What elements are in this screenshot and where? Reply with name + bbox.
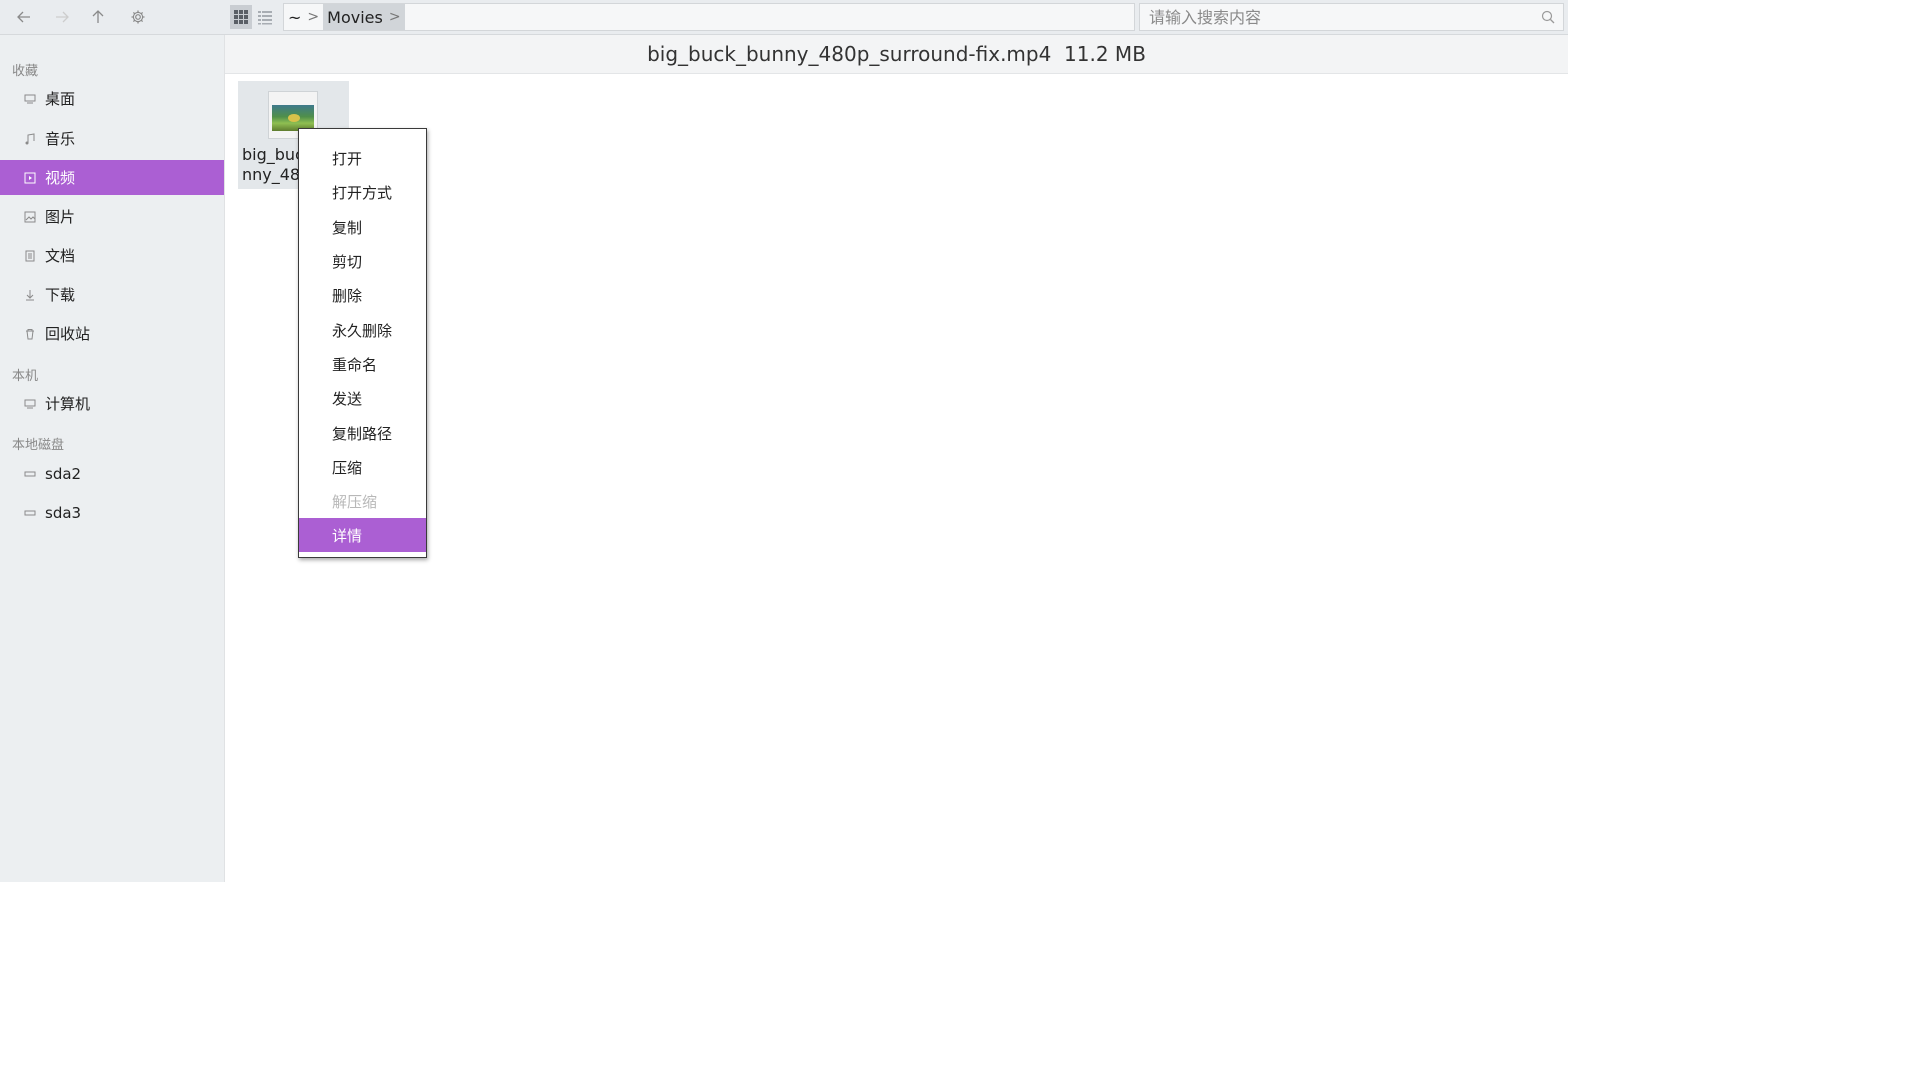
context-menu: 打开 打开方式 复制 剪切 删除 永久删除 重命名 发送 复制路径 压缩 解压缩… — [298, 128, 427, 558]
search-icon[interactable] — [1541, 10, 1555, 24]
list-icon — [258, 11, 272, 25]
sidebar-item-desktop[interactable]: 桌面 — [0, 81, 224, 116]
menu-item-details[interactable]: 详情 — [299, 518, 426, 552]
breadcrumb-movies-label: Movies — [327, 7, 383, 27]
file-info-text: big_buck_bunny_480p_surround-fix.mp4 11.… — [647, 42, 1146, 66]
sidebar-item-label: sda2 — [45, 464, 82, 483]
trash-icon — [23, 327, 37, 341]
sidebar-item-label: 文档 — [45, 247, 76, 265]
up-button[interactable] — [86, 5, 110, 29]
sidebar-item-label: 桌面 — [45, 90, 76, 108]
video-icon — [23, 171, 37, 185]
breadcrumb-home[interactable]: ~ > — [284, 4, 323, 30]
section-title-local-disks: 本地磁盘 — [12, 438, 65, 453]
sidebar-item-label: 下载 — [45, 286, 76, 304]
breadcrumb-home-label: ~ — [288, 7, 302, 27]
drive-icon — [23, 506, 37, 520]
chevron-right-icon: > — [307, 9, 320, 25]
download-icon — [23, 288, 37, 302]
sidebar-item-documents[interactable]: 文档 — [0, 238, 224, 273]
chevron-right-icon: > — [388, 9, 401, 25]
breadcrumb-movies[interactable]: Movies > — [323, 4, 405, 30]
menu-item-copy-path[interactable]: 复制路径 — [299, 416, 426, 450]
sidebar-item-pictures[interactable]: 图片 — [0, 199, 224, 234]
menu-item-cut[interactable]: 剪切 — [299, 244, 426, 278]
gear-icon — [131, 10, 145, 24]
sidebar-item-trash[interactable]: 回收站 — [0, 316, 224, 351]
sidebar-item-computer[interactable]: 计算机 — [0, 386, 224, 421]
settings-button[interactable] — [126, 5, 150, 29]
sidebar-item-downloads[interactable]: 下载 — [0, 277, 224, 312]
desktop-icon — [23, 92, 37, 106]
sidebar-item-label: 图片 — [45, 208, 76, 226]
menu-item-open[interactable]: 打开 — [299, 141, 426, 175]
drive-icon — [23, 467, 37, 481]
menu-item-delete[interactable]: 删除 — [299, 278, 426, 312]
sidebar-item-sda2[interactable]: sda2 — [0, 456, 224, 491]
music-icon — [23, 132, 37, 146]
sidebar-item-videos[interactable]: 视频 — [0, 160, 224, 195]
search-box — [1139, 3, 1564, 31]
grid-icon — [234, 10, 248, 24]
sidebar-item-label: sda3 — [45, 503, 82, 522]
section-title-favorites: 收藏 — [12, 64, 39, 79]
menu-item-rename[interactable]: 重命名 — [299, 347, 426, 381]
sidebar-item-sda3[interactable]: sda3 — [0, 495, 224, 530]
menu-item-extract: 解压缩 — [332, 492, 378, 511]
menu-item-delete-permanently[interactable]: 永久删除 — [299, 313, 426, 347]
toolbar: ~ > Movies > — [0, 0, 1568, 35]
sidebar: 收藏 桌面 音乐 视频 图片 文档 下载 回收站 本机 计算机 本地磁盘 sda… — [0, 35, 225, 882]
sidebar-item-label: 音乐 — [45, 130, 76, 148]
arrow-left-icon — [17, 11, 30, 23]
sidebar-item-music[interactable]: 音乐 — [0, 121, 224, 156]
sidebar-item-label: 计算机 — [45, 395, 91, 413]
list-view-button[interactable] — [254, 5, 276, 29]
computer-icon — [23, 397, 37, 411]
forward-button[interactable] — [50, 5, 74, 29]
menu-item-compress[interactable]: 压缩 — [299, 450, 426, 484]
grid-view-button[interactable] — [230, 5, 252, 29]
menu-item-send[interactable]: 发送 — [299, 381, 426, 415]
section-title-computer: 本机 — [12, 369, 39, 384]
menu-item-open-with[interactable]: 打开方式 — [299, 175, 426, 209]
breadcrumb: ~ > Movies > — [283, 3, 1135, 31]
document-icon — [23, 249, 37, 263]
arrow-right-icon — [56, 11, 69, 23]
file-info-bar: big_buck_bunny_480p_surround-fix.mp4 11.… — [225, 35, 1568, 74]
sidebar-item-label: 回收站 — [45, 325, 91, 343]
arrow-up-icon — [92, 10, 104, 23]
sidebar-item-label: 视频 — [45, 169, 76, 187]
menu-item-copy[interactable]: 复制 — [299, 210, 426, 244]
back-button[interactable] — [12, 5, 36, 29]
search-input[interactable] — [1140, 4, 1544, 30]
image-icon — [23, 210, 37, 224]
